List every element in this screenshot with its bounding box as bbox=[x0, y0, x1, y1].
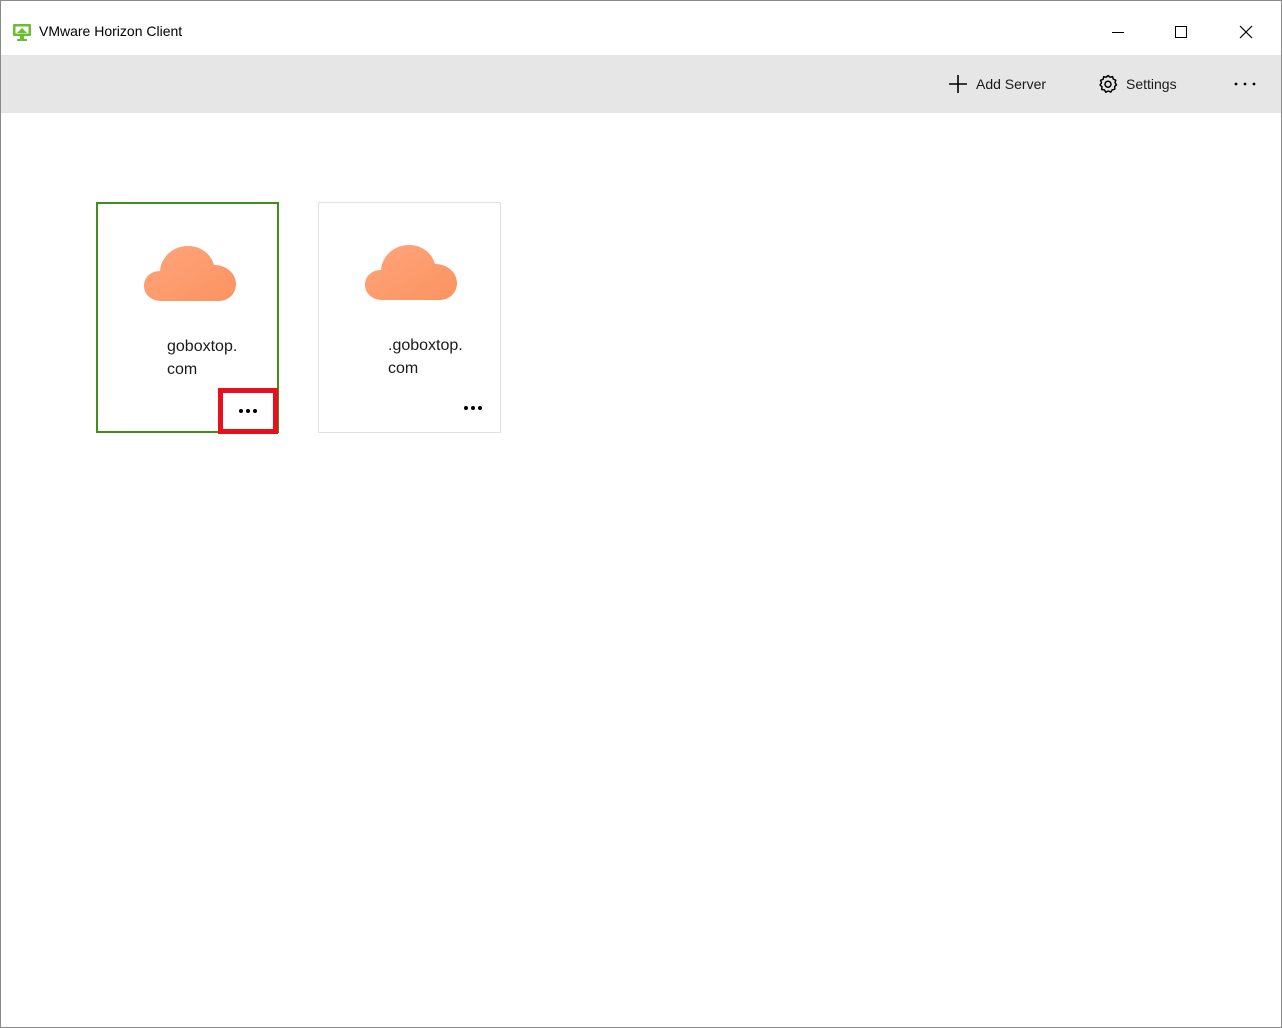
minimize-icon bbox=[1112, 32, 1124, 33]
more-horizontal-icon bbox=[1234, 82, 1256, 86]
minimize-button[interactable] bbox=[1095, 9, 1141, 55]
close-icon bbox=[1239, 25, 1253, 39]
server-more-button[interactable] bbox=[218, 388, 278, 434]
maximize-button[interactable] bbox=[1158, 9, 1204, 55]
add-server-label: Add Server bbox=[976, 76, 1047, 92]
server-name: goboxtop. com bbox=[167, 338, 238, 378]
maximize-icon bbox=[1175, 26, 1187, 38]
server-card[interactable]: .goboxtop. com bbox=[318, 202, 501, 433]
server-card[interactable]: goboxtop. com bbox=[96, 202, 279, 434]
app-window: VMware Horizon Client Add Server Setting… bbox=[0, 0, 1282, 1028]
title-bar[interactable]: VMware Horizon Client bbox=[1, 1, 1281, 55]
gear-icon bbox=[1099, 74, 1118, 93]
settings-label: Settings bbox=[1126, 76, 1177, 92]
more-horizontal-icon bbox=[464, 406, 482, 410]
close-button[interactable] bbox=[1223, 9, 1269, 55]
cloud-icon bbox=[365, 245, 457, 300]
cloud-icon bbox=[144, 246, 236, 301]
toolbar: Add Server Settings bbox=[1, 55, 1281, 113]
plus-icon bbox=[949, 75, 967, 93]
server-name: .goboxtop. com bbox=[388, 337, 463, 377]
vmware-horizon-app-icon bbox=[12, 22, 32, 42]
toolbar-more-button[interactable] bbox=[1231, 55, 1259, 113]
server-more-button[interactable] bbox=[443, 385, 503, 431]
add-server-button[interactable]: Add Server bbox=[948, 55, 1046, 113]
settings-button[interactable]: Settings bbox=[1098, 55, 1177, 113]
window-title: VMware Horizon Client bbox=[39, 23, 183, 39]
more-horizontal-icon bbox=[239, 409, 257, 413]
